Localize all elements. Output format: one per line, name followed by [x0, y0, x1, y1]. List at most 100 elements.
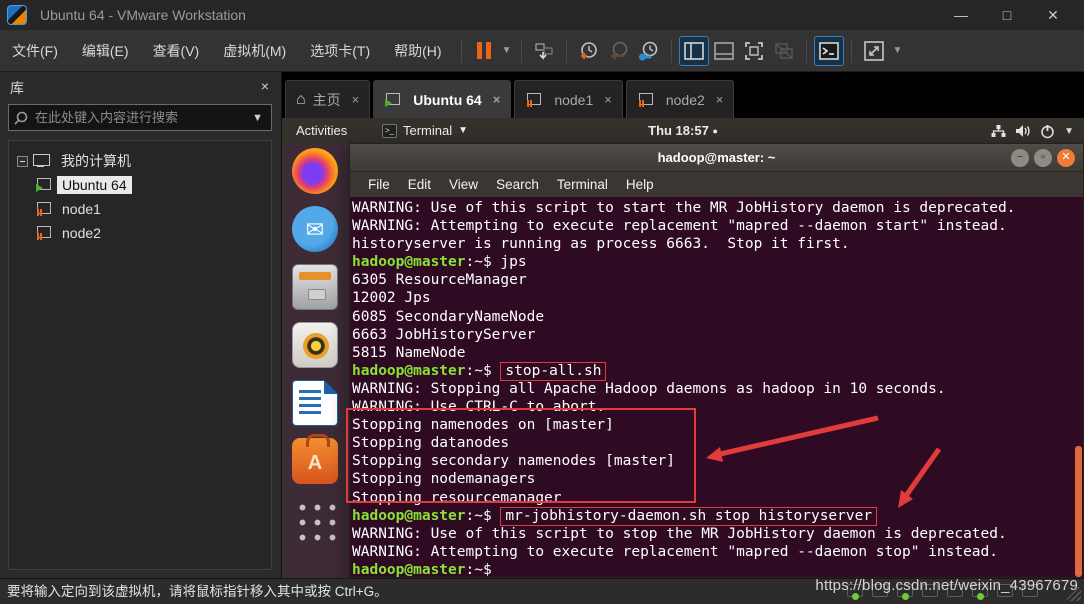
- stretch-dropdown-icon[interactable]: ▼: [889, 45, 905, 56]
- terminal-line: hadoop@master:~$: [352, 561, 1083, 577]
- suspend-vm-button[interactable]: [469, 36, 499, 66]
- terminal-title-bar[interactable]: hadoop@master: ~ − ▫ ✕: [350, 144, 1083, 172]
- terminal-text: 12002 Jps: [352, 290, 431, 306]
- terminal-text: 5815 NameNode: [352, 345, 466, 361]
- tab-close-icon[interactable]: ×: [489, 92, 501, 107]
- tab-close-icon[interactable]: ×: [712, 92, 724, 107]
- terminal-menu-terminal[interactable]: Terminal: [557, 177, 608, 192]
- tab-node1[interactable]: node1 ×: [514, 80, 623, 118]
- terminal-lines[interactable]: WARNING: Use of this script to start the…: [350, 197, 1083, 577]
- menu-help[interactable]: 帮助(H): [382, 30, 453, 72]
- terminal-text: :~$: [466, 254, 501, 270]
- search-dropdown-icon[interactable]: ▼: [244, 112, 271, 124]
- terminal-scrollbar[interactable]: [1075, 446, 1082, 577]
- terminal-text: WARNING: Stopping all Apache Hadoop daem…: [352, 381, 946, 397]
- revert-snapshot-button[interactable]: [604, 36, 634, 66]
- menu-vm[interactable]: 虚拟机(M): [211, 30, 298, 72]
- library-title: 库: [10, 78, 24, 98]
- tab-home[interactable]: ⌂ 主页 ×: [285, 80, 370, 118]
- ubuntu-software-icon[interactable]: A: [292, 438, 338, 484]
- vmware-logo-icon: [7, 5, 27, 25]
- terminal-line: Stopping resourcemanager: [352, 489, 1083, 507]
- system-tray[interactable]: ▼: [991, 118, 1074, 144]
- vm-paused-icon: [637, 93, 653, 107]
- tree-root-my-computer[interactable]: 我的计算机: [9, 149, 271, 173]
- menu-file[interactable]: 文件(F): [0, 30, 70, 72]
- terminal-minimize-button[interactable]: −: [1011, 149, 1029, 167]
- manage-snapshots-button[interactable]: [634, 36, 664, 66]
- guest-screen[interactable]: Activities >_ Terminal ▼ Thu 18:57 ● ▼ ✉…: [282, 118, 1084, 578]
- terminal-text: Stopping nodemanagers: [352, 471, 535, 487]
- app-grid-icon[interactable]: [292, 496, 338, 542]
- status-message: 要将输入定向到该虚拟机，请将鼠标指针移入其中或按 Ctrl+G。: [7, 579, 388, 604]
- tab-strip: ⌂ 主页 × Ubuntu 64 × node1 × node2 ×: [282, 72, 1084, 118]
- terminal-text: Stopping datanodes: [352, 435, 509, 451]
- menu-edit[interactable]: 编辑(E): [70, 30, 141, 72]
- minimize-button[interactable]: —: [938, 0, 984, 30]
- computer-icon: [33, 154, 50, 168]
- terminal-text: Stopping secondary namenodes [master]: [352, 453, 675, 469]
- tab-node2[interactable]: node2 ×: [626, 80, 735, 118]
- show-thumbnail-bar-toggle[interactable]: [709, 36, 739, 66]
- menu-tabs[interactable]: 选项卡(T): [298, 30, 382, 72]
- terminal-window[interactable]: hadoop@master: ~ − ▫ ✕ File Edit View Se…: [349, 143, 1084, 578]
- tab-ubuntu64[interactable]: Ubuntu 64 ×: [373, 80, 511, 118]
- terminal-text: 6085 SecondaryNameNode: [352, 309, 544, 325]
- terminal-line: WARNING: Use of this script to start the…: [352, 199, 1083, 217]
- terminal-text: WARNING: Use of this script to start the…: [352, 200, 1015, 216]
- files-icon[interactable]: [292, 264, 338, 310]
- terminal-line: 5815 NameNode: [352, 344, 1083, 362]
- terminal-prompt: hadoop@master: [352, 562, 466, 577]
- tab-close-icon[interactable]: ×: [348, 92, 360, 107]
- tree-item-ubuntu64[interactable]: Ubuntu 64: [35, 173, 271, 197]
- terminal-menu-help[interactable]: Help: [626, 177, 654, 192]
- terminal-menu-search[interactable]: Search: [496, 177, 539, 192]
- show-console-toggle[interactable]: [814, 36, 844, 66]
- stretch-guest-button[interactable]: [859, 36, 889, 66]
- maximize-button[interactable]: □: [984, 0, 1030, 30]
- terminal-line: 12002 Jps: [352, 289, 1083, 307]
- show-library-toggle[interactable]: [679, 36, 709, 66]
- thunderbird-icon[interactable]: ✉: [292, 206, 338, 252]
- window-title: Ubuntu 64 - VMware Workstation: [40, 0, 246, 30]
- library-search-box[interactable]: ▼: [8, 104, 272, 131]
- take-snapshot-button[interactable]: [574, 36, 604, 66]
- menu-toolbar: 文件(F) 编辑(E) 查看(V) 虚拟机(M) 选项卡(T) 帮助(H) ▼: [0, 30, 1084, 72]
- firefox-icon[interactable]: [292, 148, 338, 194]
- suspend-dropdown-icon[interactable]: ▼: [499, 45, 515, 56]
- rhythmbox-icon[interactable]: [292, 322, 338, 368]
- vmware-workstation-window: Ubuntu 64 - VMware Workstation — □ ✕ 文件(…: [0, 0, 1084, 604]
- terminal-text: WARNING: Use of this script to stop the …: [352, 526, 1007, 542]
- unity-mode-button[interactable]: [769, 36, 799, 66]
- terminal-text: :~$: [466, 562, 492, 577]
- terminal-menu-file[interactable]: File: [368, 177, 390, 192]
- terminal-menu-edit[interactable]: Edit: [408, 177, 431, 192]
- terminal-text: WARNING: Attempting to execute replaceme…: [352, 218, 1007, 234]
- close-button[interactable]: ✕: [1030, 0, 1076, 30]
- libreoffice-writer-icon[interactable]: [292, 380, 338, 426]
- volume-icon: [1015, 124, 1031, 138]
- collapse-icon[interactable]: [17, 156, 28, 167]
- tab-close-icon[interactable]: ×: [600, 92, 612, 107]
- terminal-line: WARNING: Use of this script to stop the …: [352, 525, 1083, 543]
- notification-dot: ●: [712, 126, 717, 136]
- terminal-text: Stopping resourcemanager: [352, 490, 562, 506]
- clock[interactable]: Thu 18:57 ●: [282, 118, 1084, 144]
- search-input[interactable]: [35, 110, 244, 125]
- menu-view[interactable]: 查看(V): [141, 30, 212, 72]
- terminal-command-highlighted: stop-all.sh: [500, 362, 606, 381]
- library-close-icon[interactable]: ×: [261, 78, 269, 94]
- send-ctrl-alt-del-button[interactable]: [529, 36, 559, 66]
- tree-item-node2[interactable]: node2: [35, 221, 271, 245]
- terminal-title: hadoop@master: ~: [350, 144, 1083, 172]
- tree-item-node1[interactable]: node1: [35, 197, 271, 221]
- terminal-line: Stopping datanodes: [352, 434, 1083, 452]
- terminal-line: WARNING: Attempting to execute replaceme…: [352, 217, 1083, 235]
- library-sidebar: 库 × ▼ 我的计算机 Ubuntu 64 node1: [0, 72, 282, 578]
- chevron-down-icon: ▼: [1064, 126, 1074, 137]
- terminal-menu-view[interactable]: View: [449, 177, 478, 192]
- vm-tree: 我的计算机 Ubuntu 64 node1 node2: [8, 140, 272, 570]
- fullscreen-button[interactable]: [739, 36, 769, 66]
- terminal-maximize-button[interactable]: ▫: [1034, 149, 1052, 167]
- terminal-close-button[interactable]: ✕: [1057, 149, 1075, 167]
